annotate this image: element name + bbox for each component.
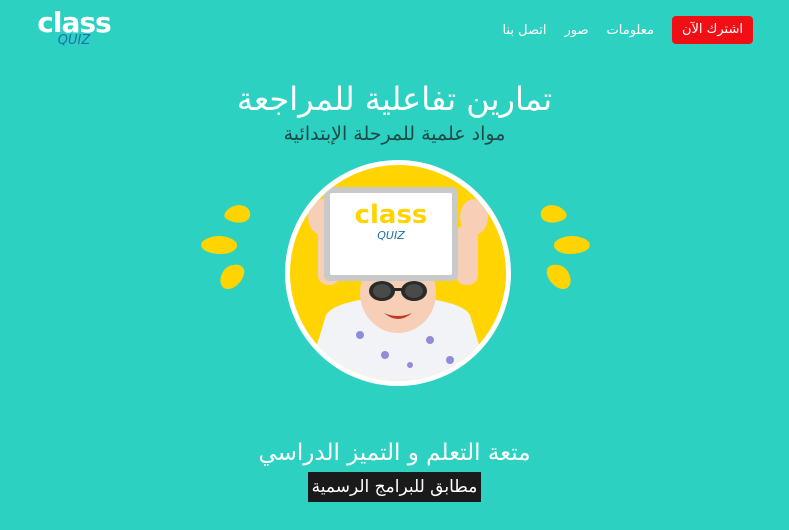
tablet-logo-wordmark: class [354, 200, 428, 230]
hero-title: تمارين تفاعلية للمراجعة [236, 80, 553, 118]
nav-link-info[interactable]: معلومات [607, 23, 654, 38]
child-with-tablet-illustration [306, 187, 490, 381]
nav-link-contact[interactable]: اتصل بنا [503, 23, 547, 38]
tagline: متعة التعلم و التميز الدراسي [258, 440, 531, 466]
top-nav: اشترك الآن معلومات صور اتصل بنا [503, 16, 753, 44]
logo[interactable]: class QUIZ [32, 8, 116, 52]
nav-link-photos[interactable]: صور [565, 23, 589, 38]
logo-subtext: QUIZ [57, 33, 91, 48]
hero-image: class QUIZ [290, 165, 506, 381]
hero-image-frame: class QUIZ [285, 160, 511, 386]
subscribe-button[interactable]: اشترك الآن [671, 16, 753, 44]
tablet-logo-subtext: QUIZ [377, 229, 405, 242]
hero-subtitle: مواد علمية للمرحلة الإبتدائية [283, 123, 506, 145]
official-programs-wrap: مطابق للبرامج الرسمية [0, 472, 789, 502]
right-splash-decoration [540, 205, 590, 290]
left-splash-decoration [201, 205, 251, 290]
official-programs-badge: مطابق للبرامج الرسمية [307, 472, 482, 502]
